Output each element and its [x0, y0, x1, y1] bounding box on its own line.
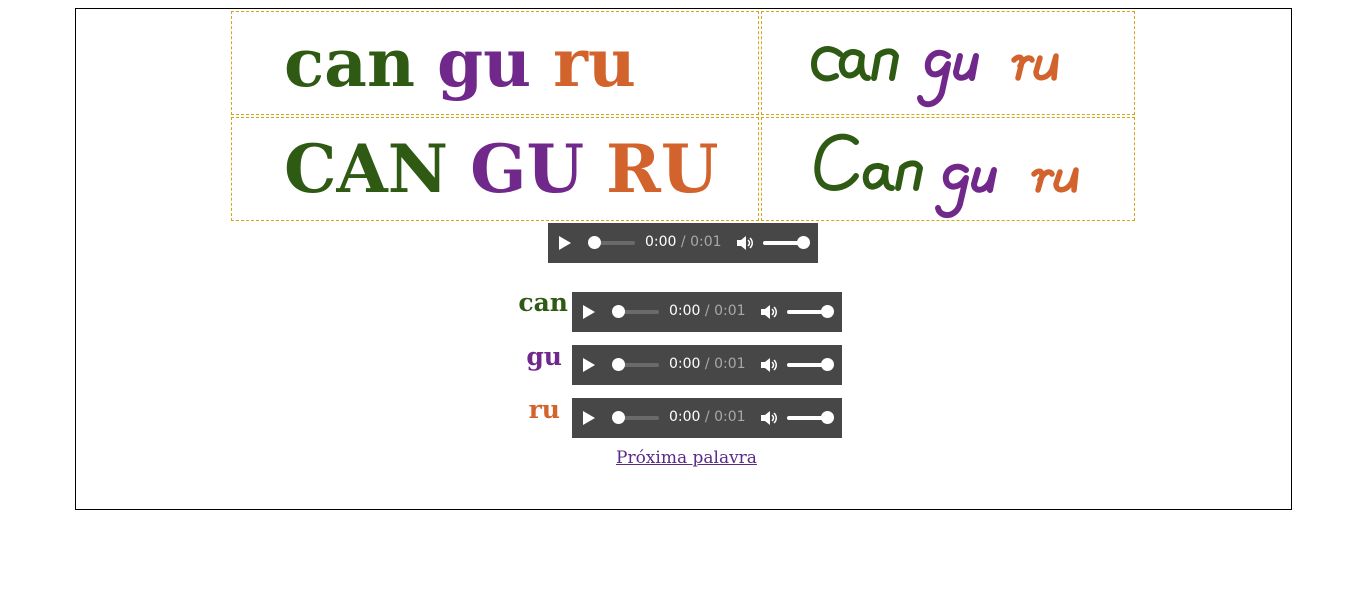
play-icon[interactable]	[583, 411, 595, 425]
play-icon[interactable]	[583, 305, 595, 319]
syllable-ru-upper: RU	[606, 130, 719, 208]
time-display: 0:00 / 0:01	[669, 356, 746, 372]
volume-icon[interactable]	[760, 357, 778, 373]
cursive-capital-cell	[761, 117, 1135, 221]
seek-knob[interactable]	[612, 305, 625, 318]
time-display: 0:00 / 0:01	[669, 409, 746, 425]
audio-player-ru[interactable]: 0:00 / 0:01	[572, 398, 842, 438]
syllable-can-upper: CAN	[284, 130, 449, 208]
volume-icon[interactable]	[760, 410, 778, 426]
syllable-gu: gu	[436, 24, 532, 102]
cursive-capital-word	[814, 133, 1079, 218]
audio-player-gu[interactable]: 0:00 / 0:01	[572, 345, 842, 385]
syllable-gu-upper: GU	[470, 130, 584, 208]
printed-lowercase-cell: can gu ru	[231, 11, 759, 115]
syllable-label-ru: ru	[528, 395, 560, 424]
duration: / 0:01	[704, 356, 746, 372]
seek-bar[interactable]	[619, 416, 659, 420]
seek-knob[interactable]	[612, 358, 625, 371]
printed-uppercase-word: CAN GU RU	[284, 130, 740, 208]
syllable-ru: ru	[553, 24, 636, 102]
next-word-link[interactable]: Próxima palavra	[616, 448, 757, 468]
cursive-lowercase-word	[811, 46, 1059, 108]
volume-knob[interactable]	[797, 236, 810, 249]
play-icon[interactable]	[559, 236, 571, 250]
volume-knob[interactable]	[821, 305, 834, 318]
current-time: 0:00	[669, 356, 701, 372]
volume-icon[interactable]	[760, 304, 778, 320]
play-icon[interactable]	[583, 358, 595, 372]
seek-bar[interactable]	[619, 363, 659, 367]
volume-knob[interactable]	[821, 358, 834, 371]
volume-knob[interactable]	[821, 411, 834, 424]
time-display: 0:00 / 0:01	[645, 234, 722, 250]
seek-bar[interactable]	[595, 241, 635, 245]
printed-uppercase-cell: CAN GU RU	[231, 117, 759, 221]
seek-knob[interactable]	[588, 236, 601, 249]
syllable-label-can: can	[518, 288, 568, 317]
audio-player-full-word[interactable]: 0:00 / 0:01	[548, 223, 818, 263]
cursive-lowercase-cell	[761, 11, 1135, 115]
syllable-can: can	[284, 24, 415, 102]
duration: / 0:01	[704, 409, 746, 425]
seek-knob[interactable]	[612, 411, 625, 424]
current-time: 0:00	[669, 303, 701, 319]
duration: / 0:01	[704, 303, 746, 319]
time-display: 0:00 / 0:01	[669, 303, 746, 319]
current-time: 0:00	[669, 409, 701, 425]
syllable-label-gu: gu	[526, 342, 562, 371]
volume-icon[interactable]	[736, 235, 754, 251]
audio-player-can[interactable]: 0:00 / 0:01	[572, 292, 842, 332]
seek-bar[interactable]	[619, 310, 659, 314]
current-time: 0:00	[645, 234, 677, 250]
duration: / 0:01	[680, 234, 722, 250]
printed-lowercase-word: can gu ru	[284, 24, 658, 102]
